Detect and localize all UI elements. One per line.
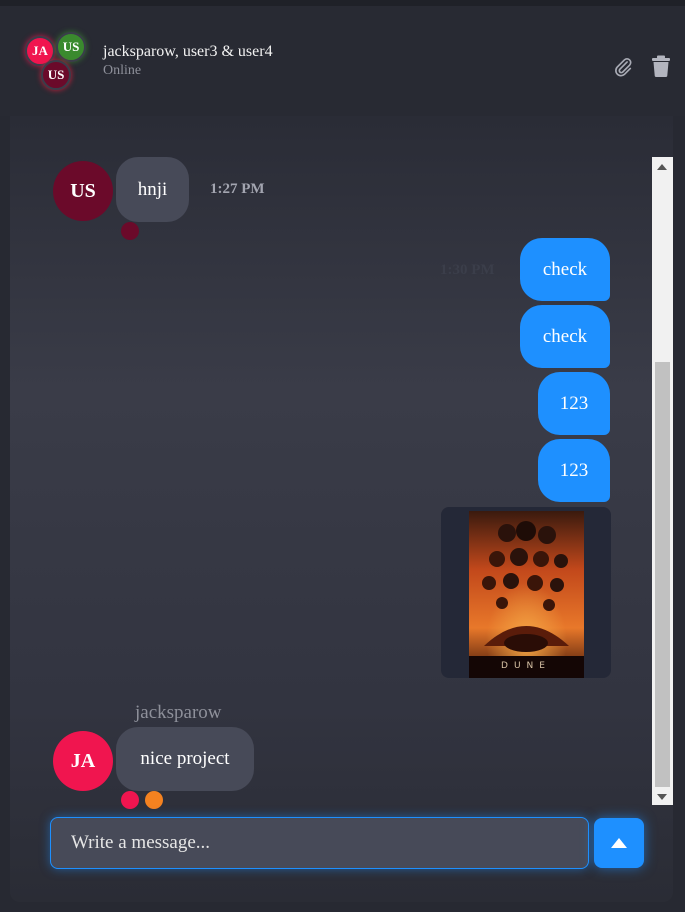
send-arrow-up-icon [611, 838, 627, 848]
svg-text:DUNE: DUNE [501, 661, 551, 671]
avatar-us-dark: US [41, 60, 71, 90]
read-receipt-dot-pink [121, 791, 139, 809]
paperclip-icon[interactable] [612, 56, 634, 78]
message-avatar-ja: JA [53, 731, 113, 791]
read-receipt-dot-orange [145, 791, 163, 809]
send-button[interactable] [594, 818, 644, 868]
scroll-up-arrow-icon[interactable] [657, 164, 667, 170]
scroll-down-arrow-icon[interactable] [657, 794, 667, 800]
online-status: Online [103, 63, 142, 78]
scrollbar-thumb[interactable] [655, 362, 670, 787]
message-bubble-outgoing: 123 [538, 372, 610, 435]
chat-header: JA US US jacksparow, user3 & user4 Onlin… [0, 6, 685, 116]
message-avatar-us: US [53, 161, 113, 221]
message-bubble-outgoing: check [520, 238, 610, 301]
message-bubble-incoming: hnji [116, 157, 189, 222]
trash-icon[interactable] [651, 55, 673, 77]
message-input[interactable] [50, 817, 589, 869]
message-bubble-incoming: nice project [116, 727, 254, 791]
movie-poster-image[interactable]: DUNE [469, 511, 584, 678]
message-timestamp: 1:27 PM [210, 181, 265, 197]
read-receipt-dot [121, 222, 139, 240]
message-bubble-outgoing: 123 [538, 439, 610, 502]
avatar-us-green: US [56, 32, 86, 62]
chat-title: jacksparow, user3 & user4 [103, 43, 273, 60]
message-bubble-outgoing: check [520, 305, 610, 368]
message-timestamp: 1:30 PM [440, 262, 495, 278]
sender-name: jacksparow [135, 702, 222, 723]
